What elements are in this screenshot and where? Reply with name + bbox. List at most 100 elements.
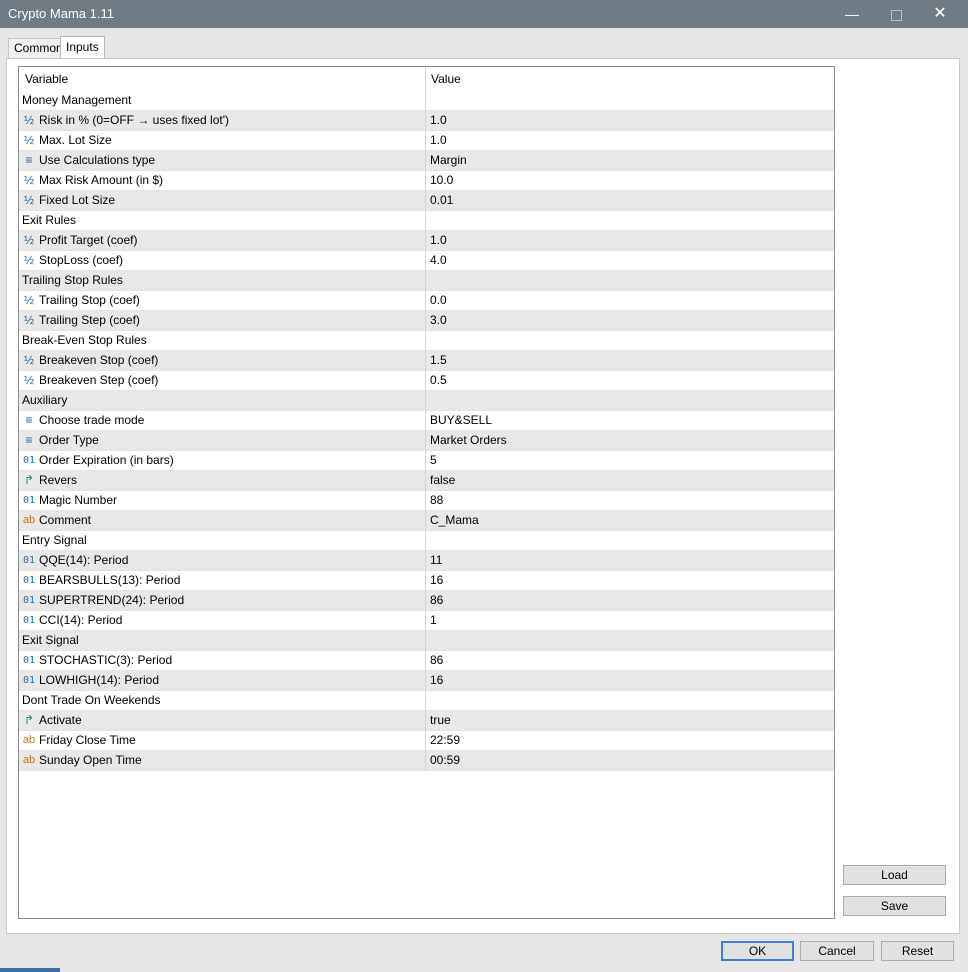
fraction-icon: ½ xyxy=(23,373,34,387)
value-cell[interactable]: Market Orders xyxy=(425,431,834,451)
variable-label: Comment xyxy=(39,513,92,527)
group-header-row[interactable]: Break-Even Stop Rules xyxy=(19,331,834,351)
table-row[interactable]: ½ Max Risk Amount (in $) 10.0 xyxy=(19,171,834,191)
variable-label: Dont Trade On Weekends xyxy=(22,693,161,707)
value-cell[interactable]: 0.5 xyxy=(425,371,834,391)
table-row[interactable]: ½ Max. Lot Size 1.0 xyxy=(19,131,834,151)
value-cell[interactable]: 1.0 xyxy=(425,111,834,131)
table-row[interactable]: ≡ Use Calculations type Margin xyxy=(19,151,834,171)
variable-cell: Trailing Stop Rules xyxy=(19,271,425,291)
integer-icon: 01 xyxy=(22,615,36,626)
value-cell[interactable]: 16 xyxy=(425,571,834,591)
value-cell[interactable]: 0.01 xyxy=(425,191,834,211)
value-cell[interactable]: C_Mama xyxy=(425,511,834,531)
variable-cell: Auxiliary xyxy=(19,391,425,411)
value-cell[interactable]: 1.0 xyxy=(425,231,834,251)
table-row[interactable]: ≡ Choose trade mode BUY&SELL xyxy=(19,411,834,431)
table-row[interactable]: ½ StopLoss (coef) 4.0 xyxy=(19,251,834,271)
variable-cell: ≡ Order Type xyxy=(19,431,425,451)
table-row[interactable]: ab Sunday Open Time 00:59 xyxy=(19,751,834,771)
variable-cell: ½ Breakeven Step (coef) xyxy=(19,371,425,391)
value-cell[interactable]: 16 xyxy=(425,671,834,691)
fraction-icon: ½ xyxy=(23,173,34,187)
column-header-value[interactable]: Value xyxy=(425,67,833,91)
group-header-row[interactable]: Auxiliary xyxy=(19,391,834,411)
table-row[interactable]: ½ Profit Target (coef) 1.0 xyxy=(19,231,834,251)
group-header-row[interactable]: Entry Signal xyxy=(19,531,834,551)
table-row[interactable]: ab Friday Close Time 22:59 xyxy=(19,731,834,751)
variable-cell: 01 LOWHIGH(14): Period xyxy=(19,671,425,691)
column-header-variable[interactable]: Variable xyxy=(19,67,427,91)
value-cell[interactable]: 88 xyxy=(425,491,834,511)
table-row[interactable]: ↱ Revers false xyxy=(19,471,834,491)
value-cell[interactable]: 22:59 xyxy=(425,731,834,751)
maximize-button[interactable] xyxy=(874,0,918,28)
variable-label: Sunday Open Time xyxy=(39,753,142,767)
value-cell[interactable]: 4.0 xyxy=(425,251,834,271)
cancel-button[interactable]: Cancel xyxy=(800,941,874,961)
close-button[interactable]: ✕ xyxy=(918,0,962,28)
table-row[interactable]: 01 Magic Number 88 xyxy=(19,491,834,511)
variable-label: Max. Lot Size xyxy=(39,133,112,147)
table-row[interactable]: ½ Trailing Step (coef) 3.0 xyxy=(19,311,834,331)
table-row[interactable]: ≡ Order Type Market Orders xyxy=(19,431,834,451)
table-row[interactable]: 01 QQE(14): Period 11 xyxy=(19,551,834,571)
integer-icon: 01 xyxy=(22,595,36,606)
group-header-row[interactable]: Exit Rules xyxy=(19,211,834,231)
integer-icon: 01 xyxy=(22,675,36,686)
table-row[interactable]: ½ Breakeven Stop (coef) 1.5 xyxy=(19,351,834,371)
list-icon: ≡ xyxy=(25,153,33,167)
variable-label: Activate xyxy=(39,713,82,727)
string-icon: ab xyxy=(22,754,36,766)
save-button[interactable]: Save xyxy=(843,896,946,916)
table-row[interactable]: ½ Risk in % (0=OFF → uses fixed lot') 1.0 xyxy=(19,111,834,131)
table-row[interactable]: ab Comment C_Mama xyxy=(19,511,834,531)
table-row[interactable]: ½ Breakeven Step (coef) 0.5 xyxy=(19,371,834,391)
value-cell[interactable]: 1.0 xyxy=(425,131,834,151)
integer-icon: 01 xyxy=(22,455,36,466)
group-header-row[interactable]: Money Management xyxy=(19,91,834,111)
string-icon: ab xyxy=(22,514,36,526)
variable-label: Breakeven Step (coef) xyxy=(39,373,159,387)
minimize-button[interactable]: — xyxy=(830,0,874,28)
boolean-icon: ↱ xyxy=(23,713,35,727)
value-cell[interactable]: 5 xyxy=(425,451,834,471)
table-row[interactable]: ↱ Activate true xyxy=(19,711,834,731)
value-cell[interactable]: 1 xyxy=(425,611,834,631)
value-cell[interactable]: 10.0 xyxy=(425,171,834,191)
reset-button[interactable]: Reset xyxy=(881,941,954,961)
table-row[interactable]: 01 Order Expiration (in bars) 5 xyxy=(19,451,834,471)
value-cell[interactable]: BUY&SELL xyxy=(425,411,834,431)
tab-inputs[interactable]: Inputs xyxy=(60,36,105,59)
variable-cell: ab Comment xyxy=(19,511,425,531)
string-icon: ab xyxy=(22,734,36,746)
value-cell[interactable]: 11 xyxy=(425,551,834,571)
table-row[interactable]: 01 LOWHIGH(14): Period 16 xyxy=(19,671,834,691)
fraction-icon: ½ xyxy=(23,193,34,207)
value-cell[interactable]: true xyxy=(425,711,834,731)
load-button[interactable]: Load xyxy=(843,865,946,885)
group-header-row[interactable]: Dont Trade On Weekends xyxy=(19,691,834,711)
fraction-icon: ½ xyxy=(23,113,34,127)
table-row[interactable]: 01 STOCHASTIC(3): Period 86 xyxy=(19,651,834,671)
value-cell[interactable]: Margin xyxy=(425,151,834,171)
ok-button[interactable]: OK xyxy=(721,941,794,961)
group-header-row[interactable]: Trailing Stop Rules xyxy=(19,271,834,291)
table-row[interactable]: ½ Trailing Stop (coef) 0.0 xyxy=(19,291,834,311)
value-cell[interactable]: 86 xyxy=(425,651,834,671)
table-row[interactable]: 01 SUPERTREND(24): Period 86 xyxy=(19,591,834,611)
variable-cell: Exit Signal xyxy=(19,631,425,651)
value-cell[interactable]: false xyxy=(425,471,834,491)
table-row[interactable]: 01 CCI(14): Period 1 xyxy=(19,611,834,631)
group-header-row[interactable]: Exit Signal xyxy=(19,631,834,651)
value-cell[interactable]: 0.0 xyxy=(425,291,834,311)
variable-label: StopLoss (coef) xyxy=(39,253,124,267)
title-bar: Crypto Mama 1.11 — ✕ xyxy=(0,0,968,28)
value-cell[interactable]: 3.0 xyxy=(425,311,834,331)
table-row[interactable]: 01 BEARSBULLS(13): Period 16 xyxy=(19,571,834,591)
value-cell[interactable]: 1.5 xyxy=(425,351,834,371)
variable-label: LOWHIGH(14): Period xyxy=(39,673,160,687)
table-row[interactable]: ½ Fixed Lot Size 0.01 xyxy=(19,191,834,211)
value-cell[interactable]: 86 xyxy=(425,591,834,611)
value-cell[interactable]: 00:59 xyxy=(425,751,834,771)
